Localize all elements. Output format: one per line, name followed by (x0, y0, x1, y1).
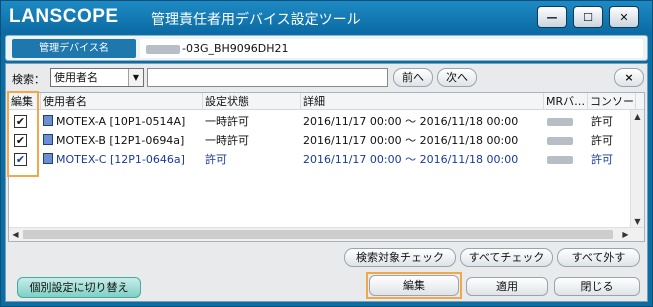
table-header: 編集 使用者名 設定状態 詳細 MRバ… コンソールの (9, 93, 644, 110)
uncheck-all-button[interactable]: すべて外す (557, 248, 640, 267)
status-cell: 許可 (205, 153, 227, 166)
check-all-button[interactable]: すべてチェック (460, 248, 553, 267)
managed-device-row: 管理デバイス名 -03G_BH9096DH21 (5, 35, 648, 61)
edit-column-highlight (7, 91, 39, 177)
app-title: 管理責任者用デバイス設定ツール (151, 12, 361, 28)
chevron-down-icon: ▼ (128, 69, 143, 86)
pc-icon (43, 134, 53, 145)
user-cell: MOTEX-A [10P1-0514A] (43, 112, 185, 131)
pc-icon (43, 115, 53, 126)
search-label: 検索： (12, 73, 45, 86)
mr-cell (547, 131, 573, 150)
vertical-scrollbar[interactable]: ▲ ▼ (630, 110, 644, 228)
scroll-right-icon[interactable]: ▶ (619, 228, 632, 241)
scroll-thumb[interactable] (23, 230, 613, 239)
table-row[interactable]: ✔ MOTEX-B [12P1-0694a] 一時許可 2016/11/17 0… (9, 131, 629, 150)
column-detail[interactable]: 詳細 (301, 93, 544, 110)
detail-cell: 2016/11/17 00:00 ～ 2016/11/18 00:00 (303, 134, 519, 147)
close-button[interactable]: 閉じる (554, 277, 640, 296)
console-cell: 許可 (591, 153, 613, 166)
mr-cell (547, 150, 573, 169)
prev-button[interactable]: 前へ (393, 68, 433, 87)
table-row-selected[interactable]: ✔ MOTEX-C [12P1-0646a] 許可 2016/11/17 00:… (9, 150, 629, 169)
user-name: MOTEX-C [12P1-0646a] (56, 153, 185, 166)
status-cell: 一時許可 (205, 115, 249, 128)
managed-device-value: -03G_BH9096DH21 (140, 39, 643, 58)
console-cell: 許可 (591, 134, 613, 147)
column-user[interactable]: 使用者名 (41, 93, 203, 110)
title-bar[interactable]: LANSCOPE 管理責任者用デバイス設定ツール — ☐ ✕ (1, 1, 652, 34)
switch-individual-button[interactable]: 個別設定に切り替え (17, 277, 141, 298)
minimize-button[interactable]: — (537, 6, 567, 28)
managed-device-label: 管理デバイス名 (12, 39, 136, 58)
maximize-button[interactable]: ☐ (573, 6, 603, 28)
app-window: LANSCOPE 管理責任者用デバイス設定ツール — ☐ ✕ 管理デバイス名 -… (0, 0, 653, 307)
app-logo: LANSCOPE (9, 6, 119, 27)
user-name: MOTEX-A [10P1-0514A] (56, 115, 186, 128)
status-cell: 一時許可 (205, 134, 249, 147)
column-console[interactable]: コンソールの (588, 93, 636, 110)
detail-cell: 2016/11/17 00:00 ～ 2016/11/18 00:00 (303, 115, 519, 128)
pc-icon (43, 153, 53, 164)
user-name: MOTEX-B [12P1-0694a] (56, 134, 185, 147)
apply-button[interactable]: 適用 (466, 277, 548, 296)
close-window-button[interactable]: ✕ (609, 6, 639, 28)
check-search-targets-button[interactable]: 検索対象チェック (344, 248, 456, 267)
user-cell: MOTEX-C [12P1-0646a] (43, 150, 185, 169)
mr-cell (547, 112, 573, 131)
column-status[interactable]: 設定状態 (203, 93, 301, 110)
redacted-block (146, 44, 180, 54)
detail-cell: 2016/11/17 00:00 ～ 2016/11/18 00:00 (303, 153, 519, 166)
horizontal-scrollbar[interactable]: ◀ ▶ (9, 227, 644, 241)
search-input[interactable] (147, 68, 388, 87)
managed-device-name: -03G_BH9096DH21 (182, 42, 289, 55)
column-mr[interactable]: MRバ… (544, 93, 588, 110)
table-row[interactable]: ✔ MOTEX-A [10P1-0514A] 一時許可 2016/11/17 0… (9, 112, 629, 131)
redacted-block (547, 156, 573, 164)
edit-button[interactable]: 編集 (369, 275, 459, 296)
redacted-block (547, 137, 573, 145)
main-panel: 検索： 使用者名 ▼ 前へ 次へ × 編集 使用者名 設定状態 詳細 MRバ… … (5, 63, 648, 302)
redacted-block (547, 118, 573, 126)
next-button[interactable]: 次へ (437, 68, 477, 87)
user-cell: MOTEX-B [12P1-0694a] (43, 131, 184, 150)
scroll-left-icon[interactable]: ◀ (9, 228, 22, 241)
clear-search-button[interactable]: × (614, 68, 644, 87)
scroll-up-icon[interactable]: ▲ (631, 110, 644, 123)
search-bar: 検索： 使用者名 ▼ 前へ 次へ × (8, 66, 645, 90)
console-cell: 許可 (591, 115, 613, 128)
search-field-value: 使用者名 (54, 71, 98, 84)
device-user-table: 編集 使用者名 設定状態 詳細 MRバ… コンソールの ✔ MOTEX-A [1… (8, 92, 645, 242)
search-field-select[interactable]: 使用者名 ▼ (50, 68, 144, 87)
